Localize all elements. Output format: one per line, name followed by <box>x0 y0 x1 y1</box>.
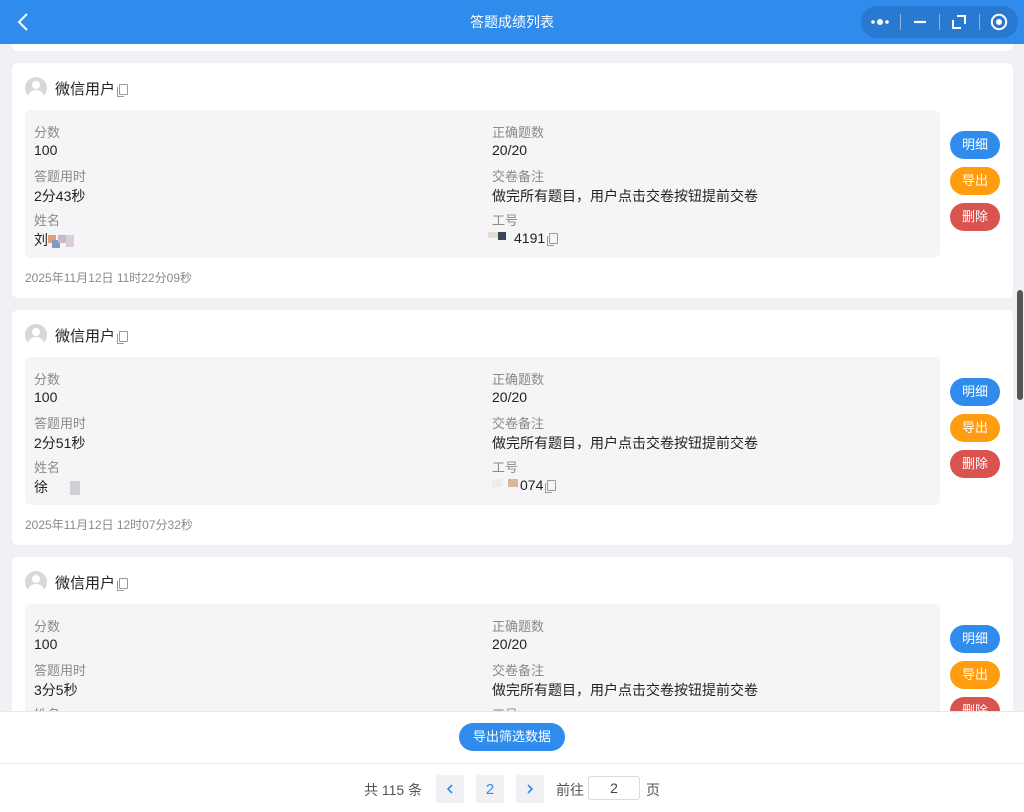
duration-value: 2分51秒 <box>34 435 86 451</box>
export-button[interactable]: 导出 <box>950 167 1000 195</box>
user-name: 微信用户 <box>55 574 116 592</box>
bottom-bar: 导出筛选数据 共 115 条 2 前往 页 <box>0 711 1024 812</box>
employee-id-label: 工号 <box>492 213 519 228</box>
name-label: 姓名 <box>34 704 60 711</box>
remark-value: 做完所有题目，用户点击交卷按钮提前交卷 <box>492 682 758 698</box>
user-row: 微信用户 <box>25 323 129 347</box>
employee-id-text: 4191 <box>514 230 546 247</box>
record-actions: 明细 导出 删除 <box>950 131 1000 239</box>
redacted-mosaic <box>48 232 74 251</box>
name-text: 徐 <box>34 479 48 495</box>
current-page[interactable]: 2 <box>476 775 504 803</box>
score-value: 100 <box>34 142 58 158</box>
chevron-right-icon <box>527 784 534 794</box>
remark-label: 交卷备注 <box>492 169 545 184</box>
duration-label: 答题用时 <box>34 663 87 678</box>
detail-button[interactable]: 明细 <box>950 625 1000 653</box>
navbar: 答题成绩列表 <box>0 0 1024 44</box>
record-card: 微信用户 分数 100 正确题数 20/20 答题用时 2分51秒 交卷备注 做… <box>12 310 1013 545</box>
previous-card-edge <box>12 44 1013 51</box>
remark-value: 做完所有题目，用户点击交卷按钮提前交卷 <box>492 188 758 204</box>
total-count: 共 115 条 <box>364 782 423 798</box>
employee-id-label: 工号 <box>492 704 518 711</box>
close-target-icon[interactable] <box>980 6 1019 38</box>
divider <box>0 763 1024 764</box>
name-text: 刘 <box>34 232 48 248</box>
redacted-mosaic <box>492 477 520 496</box>
copy-icon[interactable] <box>117 577 129 591</box>
avatar <box>25 571 47 593</box>
remark-value: 做完所有题目，用户点击交卷按钮提前交卷 <box>492 435 758 451</box>
redacted-mosaic <box>48 479 80 498</box>
record-info: 分数 100 正确题数 20/20 答题用时 2分43秒 交卷备注 做完所有题目… <box>25 110 940 258</box>
correct-value: 20/20 <box>492 636 528 652</box>
employee-id-value: 074 <box>492 477 557 496</box>
delete-button[interactable]: 删除 <box>950 697 1000 711</box>
delete-button[interactable]: 删除 <box>950 203 1000 231</box>
restore-icon[interactable] <box>940 6 979 38</box>
correct-label: 正确题数 <box>492 372 545 387</box>
export-filtered-button[interactable]: 导出筛选数据 <box>459 723 565 751</box>
next-page-button[interactable] <box>516 775 544 803</box>
minimize-icon[interactable] <box>901 6 940 38</box>
correct-label: 正确题数 <box>492 125 545 140</box>
name-value: 徐 <box>34 477 80 498</box>
name-label: 姓名 <box>34 460 61 475</box>
duration-label: 答题用时 <box>34 169 87 184</box>
redacted-mosaic <box>488 230 514 249</box>
copy-icon[interactable] <box>117 330 129 344</box>
remark-label: 交卷备注 <box>492 416 545 431</box>
record-actions: 明细 导出 删除 <box>950 625 1000 711</box>
user-row: 微信用户 <box>25 76 129 100</box>
export-button[interactable]: 导出 <box>950 661 1000 689</box>
goto-page-input[interactable] <box>588 776 640 800</box>
export-button[interactable]: 导出 <box>950 414 1000 442</box>
record-info: 分数 100 正确题数 20/20 答题用时 3分5秒 交卷备注 做完所有题目，… <box>25 604 940 711</box>
submit-time: 2025年11月12日 11时22分09秒 <box>25 271 192 285</box>
record-card: 微信用户 分数 100 正确题数 20/20 答题用时 2分43秒 交卷备注 做… <box>12 63 1013 298</box>
goto-label: 前往 <box>556 782 584 798</box>
employee-id-label: 工号 <box>492 460 519 475</box>
prev-page-button[interactable] <box>436 775 464 803</box>
copy-icon[interactable] <box>547 233 559 247</box>
score-value: 100 <box>34 389 58 405</box>
copy-icon[interactable] <box>117 83 129 97</box>
score-label: 分数 <box>34 125 61 140</box>
submit-time: 2025年11月12日 12时07分32秒 <box>25 518 193 532</box>
score-label: 分数 <box>34 372 61 387</box>
avatar <box>25 324 47 346</box>
employee-id-value: 4191 <box>488 230 559 249</box>
correct-value: 20/20 <box>492 389 528 405</box>
copy-icon[interactable] <box>545 480 557 494</box>
score-value: 100 <box>34 636 58 652</box>
user-name: 微信用户 <box>55 80 116 98</box>
miniprogram-capsule <box>861 6 1018 38</box>
pagination: 共 115 条 2 前往 页 <box>0 774 1024 803</box>
detail-button[interactable]: 明细 <box>950 131 1000 159</box>
avatar <box>25 77 47 99</box>
detail-button[interactable]: 明细 <box>950 378 1000 406</box>
record-info: 分数 100 正确题数 20/20 答题用时 2分51秒 交卷备注 做完所有题目… <box>25 357 940 505</box>
name-label: 姓名 <box>34 213 61 228</box>
record-actions: 明细 导出 删除 <box>950 378 1000 486</box>
score-label: 分数 <box>34 619 61 634</box>
scrollbar[interactable] <box>1016 44 1024 711</box>
delete-button[interactable]: 删除 <box>950 450 1000 478</box>
duration-value: 2分43秒 <box>34 188 86 204</box>
more-dots-icon[interactable] <box>861 6 900 38</box>
user-row: 微信用户 <box>25 570 129 594</box>
correct-label: 正确题数 <box>492 619 545 634</box>
employee-id-text: 074 <box>520 477 544 494</box>
page-unit-label: 页 <box>646 782 660 798</box>
scrollbar-thumb[interactable] <box>1017 290 1023 400</box>
name-value: 刘 <box>34 230 74 251</box>
record-list: 微信用户 分数 100 正确题数 20/20 答题用时 2分43秒 交卷备注 做… <box>0 44 1016 711</box>
duration-value: 3分5秒 <box>34 682 78 698</box>
user-name: 微信用户 <box>55 327 116 345</box>
chevron-left-icon <box>446 784 453 794</box>
record-card: 微信用户 分数 100 正确题数 20/20 答题用时 3分5秒 交卷备注 做完… <box>12 557 1013 711</box>
remark-label: 交卷备注 <box>492 663 545 678</box>
duration-label: 答题用时 <box>34 416 87 431</box>
correct-value: 20/20 <box>492 142 528 158</box>
